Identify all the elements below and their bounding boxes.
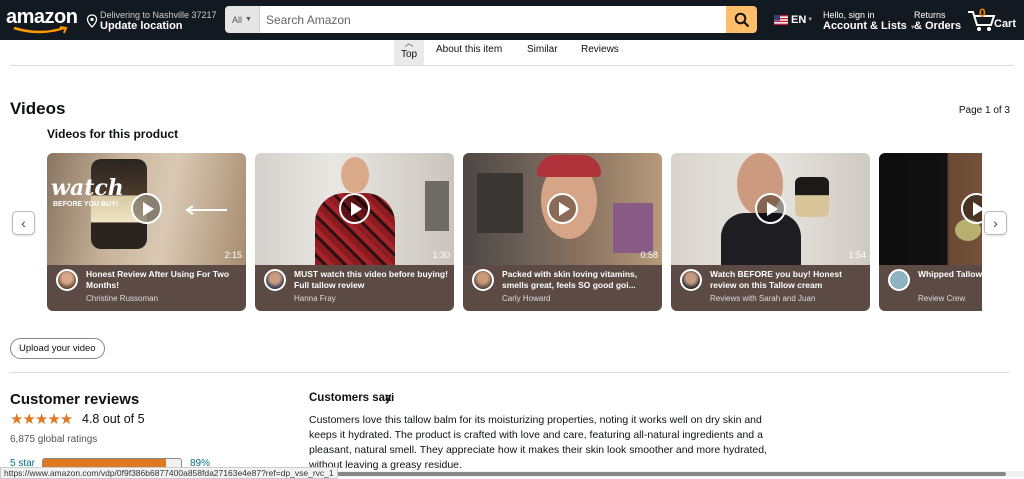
status-bar-url: https://www.amazon.com/vdp/0f9f386b68774…	[0, 467, 338, 479]
carousel-prev-button[interactable]: ‹	[12, 211, 35, 235]
tabs-divider	[10, 65, 1014, 66]
video-title: Watch BEFORE you buy! Honest review on t…	[710, 269, 842, 290]
account-menu[interactable]: Hello, sign in Account & Lists ▼	[823, 10, 916, 35]
search-button[interactable]	[726, 6, 757, 33]
overlay-watch-text: watch	[51, 175, 124, 201]
video-duration: 2:15	[224, 250, 242, 260]
customer-reviews-heading: Customer reviews	[10, 391, 140, 408]
language-selector[interactable]: EN ▼	[774, 14, 813, 26]
returns-line1: Returns	[914, 10, 946, 20]
video-author: Christine Russoman	[86, 294, 159, 303]
video-title: Packed with skin loving vitamins, smells…	[502, 269, 638, 290]
deliver-line2: Update location	[100, 19, 183, 32]
video-author: Carly Howard	[502, 294, 551, 303]
video-card[interactable]: 1:30 MUST watch this video before buying…	[255, 153, 454, 311]
video-duration: 1:30	[432, 250, 450, 260]
play-icon[interactable]	[755, 193, 786, 224]
chevron-left-icon: ‹	[21, 215, 26, 231]
video-author: Reviews with Sarah and Juan	[710, 294, 816, 303]
delivery-location[interactable]: Delivering to Nashville 37217 Update loc…	[86, 8, 217, 34]
carousel-next-button[interactable]: ›	[984, 211, 1007, 235]
video-carousel: watch BEFORE YOU BUY! 2:15 Honest Review…	[47, 153, 982, 311]
video-duration: 1:54	[848, 250, 866, 260]
location-pin-icon	[86, 14, 98, 28]
video-title: MUST watch this video before buying! Ful…	[294, 269, 448, 290]
account-line2: Account & Lists ▼	[823, 20, 916, 32]
arrow-left-icon	[185, 205, 227, 215]
ai-badge-icon: ai	[385, 392, 395, 404]
rating-text: 4.8 out of 5	[82, 412, 145, 426]
deliver-line1: Delivering to Nashville 37217	[100, 9, 217, 20]
chevron-right-icon: ›	[993, 215, 998, 231]
section-divider	[10, 372, 1010, 373]
video-author: Hanna Fray	[294, 294, 336, 303]
search-bar: All ▼	[225, 6, 757, 33]
play-icon[interactable]	[339, 193, 370, 224]
star-rating: ★★★★★	[10, 411, 73, 428]
avatar	[264, 269, 286, 291]
global-ratings-count: 6,875 global ratings	[10, 434, 98, 445]
customers-say-heading: Customers say	[309, 392, 392, 404]
search-category-select[interactable]: All ▼	[225, 6, 260, 33]
video-card[interactable]: 0:58 Packed with skin loving vitamins, s…	[463, 153, 662, 311]
cart-label: Cart	[994, 18, 1017, 30]
logo-text: amazon	[6, 6, 78, 28]
tab-similar[interactable]: Similar	[527, 44, 558, 55]
video-card[interactable]: 1:54 Watch BEFORE you buy! Honest review…	[671, 153, 870, 311]
tab-reviews[interactable]: Reviews	[581, 44, 619, 55]
avatar	[888, 269, 910, 291]
page-indicator: Page 1 of 3	[958, 105, 1010, 116]
avatar	[56, 269, 78, 291]
returns-orders[interactable]: Returns & Orders	[914, 10, 961, 33]
search-category-label: All	[232, 14, 243, 25]
logo-smile-icon	[13, 26, 68, 34]
video-title: Honest Review After Using For Two Months…	[86, 269, 230, 290]
language-label: EN	[791, 14, 807, 26]
product-section-tabs: ︿ Top About this item Similar Reviews	[0, 38, 1024, 66]
video-author: Review Crew	[918, 294, 966, 303]
videos-heading: Videos	[10, 99, 66, 118]
video-card[interactable]: watch BEFORE YOU BUY! 2:15 Honest Review…	[47, 153, 246, 311]
us-flag-icon	[774, 15, 788, 25]
play-icon[interactable]	[131, 193, 162, 224]
upload-video-button[interactable]: Upload your video	[10, 338, 105, 359]
returns-line2: & Orders	[914, 20, 962, 32]
chevron-down-icon: ▼	[245, 16, 252, 23]
amazon-logo[interactable]: amazon	[6, 6, 78, 35]
video-card[interactable]: Whipped Tallow Thoughts After Review Cre…	[879, 153, 982, 311]
tab-top-label: Top	[400, 49, 418, 60]
search-input[interactable]	[260, 6, 726, 33]
search-icon	[734, 12, 749, 27]
video-duration: 0:58	[640, 250, 658, 260]
avatar	[472, 269, 494, 291]
videos-subheading: Videos for this product	[47, 127, 179, 141]
customers-say-summary: Customers love this tallow balm for its …	[309, 414, 767, 471]
chevron-down-icon: ▼	[807, 17, 814, 23]
video-title: Whipped Tallow Thoughts After	[918, 269, 982, 279]
top-nav-bar: amazon Delivering to Nashville 37217 Upd…	[0, 0, 1024, 40]
tab-about-this-item[interactable]: About this item	[436, 44, 502, 55]
avatar	[680, 269, 702, 291]
chevron-up-icon: ︿	[404, 38, 414, 48]
account-line1: Hello, sign in	[823, 10, 875, 20]
tab-top[interactable]: ︿ Top	[394, 38, 424, 65]
cart-count: 0	[979, 6, 986, 20]
cart-button[interactable]: 0 Cart	[967, 6, 1017, 33]
play-icon[interactable]	[547, 193, 578, 224]
overlay-sub-text: BEFORE YOU BUY!	[53, 201, 119, 208]
